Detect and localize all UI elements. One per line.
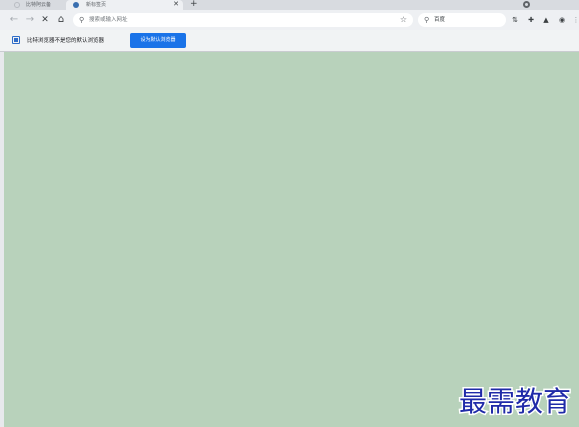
search-icon: ⚲ (424, 16, 430, 24)
tab-favicon-icon (73, 2, 79, 8)
tab-strip: 比特阿云备 新标签页 ✕ + (0, 0, 579, 10)
forward-arrow-icon[interactable]: → (24, 13, 36, 27)
browser-window: 比特阿云备 新标签页 ✕ + ← → ✕ ⌂ ⚲ 搜索或输入网址 ☆ ⚲ 百度 … (0, 0, 579, 427)
default-browser-infobar: 比特浏览器不是您的默认浏览器 设为默认浏览器 (0, 30, 579, 52)
browser-logo-icon (12, 36, 20, 44)
bookmark-star-icon[interactable]: ☆ (400, 13, 407, 27)
tab-label: 比特阿云备 (26, 2, 52, 8)
search-box[interactable]: ⚲ 百度 (418, 13, 506, 27)
search-engine-label: 百度 (434, 17, 446, 23)
watermark-logo: 最需教育 (443, 379, 573, 420)
close-icon[interactable]: ✕ (173, 0, 179, 9)
tab-2-active[interactable]: 新标签页 ✕ (66, 0, 183, 10)
search-icon: ⚲ (79, 16, 85, 24)
tab-search-icon[interactable] (523, 1, 530, 8)
address-placeholder: 搜索或输入网址 (89, 17, 128, 23)
page-content (4, 52, 579, 427)
new-tab-plus-icon[interactable]: + (190, 0, 198, 10)
set-default-browser-button[interactable]: 设为默认浏览器 (130, 33, 186, 48)
download-icon[interactable]: ▲ (541, 13, 551, 27)
back-arrow-icon[interactable]: ← (8, 13, 20, 27)
tab-1[interactable]: 比特阿云备 (6, 0, 70, 10)
infobar-message: 比特浏览器不是您的默认浏览器 (27, 38, 105, 44)
menu-icon[interactable]: ⋮ (571, 13, 579, 27)
watermark-text: 最需教育 (457, 384, 572, 420)
toolbar: ← → ✕ ⌂ ⚲ 搜索或输入网址 ☆ ⚲ 百度 ⇅ ✚ ▲ ◉ ⋮ (0, 10, 579, 30)
home-icon[interactable]: ⌂ (55, 13, 67, 27)
extensions-puzzle-icon[interactable]: ✚ (526, 13, 536, 27)
profile-avatar-icon[interactable]: ◉ (557, 13, 567, 27)
translate-icon[interactable]: ⇅ (510, 13, 520, 27)
svg-text:最需教育: 最需教育 (459, 385, 571, 418)
tab-label: 新标签页 (86, 2, 107, 8)
stop-icon[interactable]: ✕ (39, 13, 51, 27)
address-bar[interactable]: ⚲ 搜索或输入网址 ☆ (73, 13, 413, 27)
tab-favicon-icon (14, 2, 20, 8)
